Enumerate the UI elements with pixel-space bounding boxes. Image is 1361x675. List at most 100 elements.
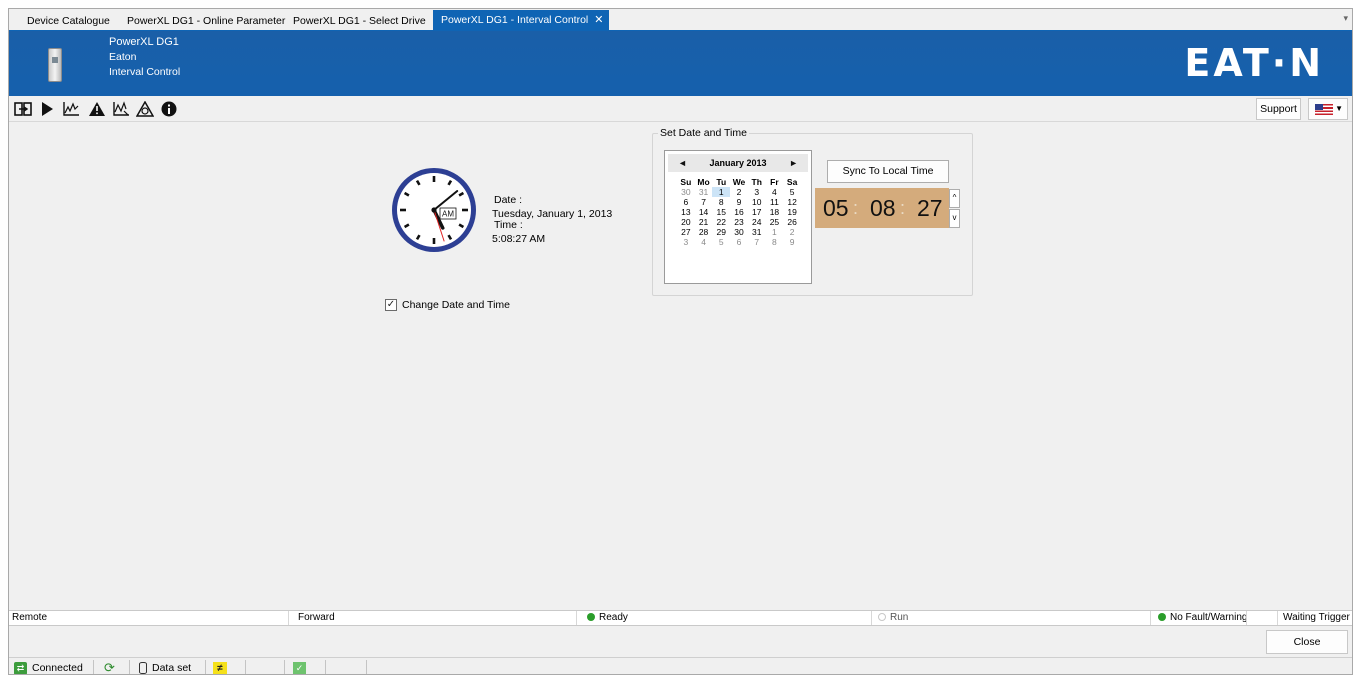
- analog-clock: AM: [389, 165, 479, 255]
- calendar-day[interactable]: 22: [712, 217, 730, 227]
- calendar-day[interactable]: 7: [695, 197, 713, 207]
- calendar-day[interactable]: 1: [712, 187, 731, 197]
- calendar-day[interactable]: 14: [695, 207, 713, 217]
- calendar-day[interactable]: 5: [783, 187, 801, 197]
- calendar-day[interactable]: 16: [730, 207, 748, 217]
- time-label: Time :: [494, 219, 523, 231]
- calendar-day[interactable]: 24: [748, 217, 766, 227]
- calendar-day[interactable]: 12: [783, 197, 801, 207]
- calendar-header: ◄ January 2013 ►: [668, 154, 808, 172]
- time-picker[interactable]: 05 : 08 : 27: [815, 188, 949, 228]
- calendar-day[interactable]: 15: [712, 207, 730, 217]
- calendar-day[interactable]: 10: [748, 197, 766, 207]
- calendar-day[interactable]: 11: [766, 197, 784, 207]
- calendar-day[interactable]: 2: [730, 187, 748, 197]
- fault-history-icon[interactable]: [135, 99, 155, 119]
- calendar-month-label[interactable]: January 2013: [709, 158, 766, 168]
- database-icon: [139, 662, 147, 674]
- calendar-day[interactable]: 4: [695, 237, 713, 247]
- device-info: PowerXL DG1 Eaton Interval Control: [109, 35, 180, 80]
- calendar-day[interactable]: 31: [695, 187, 713, 197]
- calendar-day[interactable]: 5: [712, 237, 730, 247]
- calendar-grid: Su Mo Tu We Th Fr Sa 30 31 1 2 3 4 5 6 7 8 9 10 11 12 13 14 15 1…: [677, 177, 801, 247]
- calendar-day[interactable]: 20: [677, 217, 695, 227]
- calendar-day[interactable]: 8: [712, 197, 730, 207]
- checkbox-box[interactable]: ✓: [385, 299, 397, 311]
- us-flag-icon: [1315, 104, 1333, 115]
- calendar-day[interactable]: 29: [712, 227, 730, 237]
- calendar-day[interactable]: 2: [783, 227, 801, 237]
- drive-image: [48, 48, 62, 82]
- calendar-day[interactable]: 19: [783, 207, 801, 217]
- minute-field[interactable]: 08: [870, 188, 896, 228]
- device-name: PowerXL DG1: [109, 36, 179, 48]
- hour-field[interactable]: 05: [823, 188, 849, 228]
- eaton-logo: EAT·N: [1184, 41, 1324, 85]
- dataset-status[interactable]: Data set: [139, 659, 191, 674]
- calendar-day[interactable]: 23: [730, 217, 748, 227]
- calendar-day[interactable]: 9: [730, 197, 748, 207]
- close-tab-icon[interactable]: ✕: [594, 14, 603, 26]
- calendar-day[interactable]: 3: [677, 237, 695, 247]
- tab-select-drive[interactable]: PowerXL DG1 - Select Drive: [285, 11, 434, 31]
- run-indicator-icon: [878, 613, 886, 621]
- device-header-banner: PowerXL DG1 Eaton Interval Control EAT·N: [9, 31, 1352, 96]
- drive-status-strip: Remote Forward Ready Run No Fault/Warnin…: [9, 610, 1352, 626]
- connection-status[interactable]: ⇄ Connected: [14, 659, 83, 674]
- trend-icon[interactable]: [61, 99, 81, 119]
- direction-status: Forward: [295, 611, 577, 625]
- calendar-day[interactable]: 6: [677, 197, 695, 207]
- calendar-day[interactable]: 13: [677, 207, 695, 217]
- date-label: Date :: [494, 194, 523, 206]
- calendar-day[interactable]: 25: [766, 217, 784, 227]
- tab-online-parameter[interactable]: PowerXL DG1 - Online Parameter: [119, 11, 293, 31]
- info-icon[interactable]: [159, 99, 179, 119]
- not-equal-status[interactable]: ≠: [213, 659, 227, 674]
- chevron-down-icon: ▼: [1335, 104, 1343, 113]
- calendar-day[interactable]: 26: [783, 217, 801, 227]
- application-status-bar: ⇄ Connected ⟳ Data set ≠ ✓: [9, 657, 1352, 674]
- run-status: Run: [875, 611, 1151, 625]
- month-calendar[interactable]: ◄ January 2013 ► Su Mo Tu We Th Fr Sa 30 31 1 2 3 4 5…: [664, 150, 812, 284]
- tab-device-catalogue[interactable]: Device Catalogue: [19, 11, 118, 31]
- support-button[interactable]: Support: [1256, 98, 1301, 120]
- calendar-day[interactable]: 9: [783, 237, 801, 247]
- language-selector[interactable]: ▼: [1308, 98, 1348, 120]
- calendar-day[interactable]: 7: [748, 237, 766, 247]
- calendar-day[interactable]: 3: [748, 187, 766, 197]
- connect-icon[interactable]: [13, 99, 33, 119]
- calendar-day[interactable]: 8: [766, 237, 784, 247]
- sync-to-local-time-button[interactable]: Sync To Local Time: [827, 160, 949, 183]
- scope-icon[interactable]: [111, 99, 131, 119]
- calendar-day[interactable]: 30: [677, 187, 695, 197]
- calendar-day[interactable]: 6: [730, 237, 748, 247]
- close-button[interactable]: Close: [1266, 630, 1348, 654]
- calendar-day[interactable]: 17: [748, 207, 766, 217]
- calendar-day[interactable]: 4: [766, 187, 784, 197]
- time-up-button[interactable]: ^: [949, 189, 960, 208]
- weekday-header: Tu: [716, 177, 727, 187]
- tab-list-dropdown-icon[interactable]: ▾: [1343, 13, 1348, 24]
- warning-icon[interactable]: [87, 99, 107, 119]
- calendar-day[interactable]: 28: [695, 227, 713, 237]
- change-date-time-label: Change Date and Time: [402, 299, 510, 311]
- change-date-time-checkbox[interactable]: ✓ Change Date and Time: [385, 299, 510, 311]
- second-field[interactable]: 27: [917, 188, 943, 228]
- check-status[interactable]: ✓: [293, 659, 306, 674]
- not-equal-icon: ≠: [213, 661, 227, 674]
- calendar-day[interactable]: 1: [766, 227, 784, 237]
- calendar-day[interactable]: 27: [677, 227, 695, 237]
- fault-indicator-icon: [1158, 613, 1166, 621]
- calendar-day[interactable]: 21: [695, 217, 713, 227]
- prev-month-icon[interactable]: ◄: [678, 154, 687, 172]
- tab-interval-control[interactable]: PowerXL DG1 - Interval Control ✕: [433, 10, 610, 31]
- time-down-button[interactable]: v: [949, 209, 960, 228]
- play-icon[interactable]: [37, 99, 57, 119]
- sync-icon[interactable]: ⟳: [104, 659, 115, 674]
- calendar-day[interactable]: 18: [766, 207, 784, 217]
- next-month-icon[interactable]: ►: [789, 154, 798, 172]
- calendar-day[interactable]: 30: [730, 227, 748, 237]
- calendar-day[interactable]: 31: [748, 227, 766, 237]
- weekday-header: Mo: [697, 177, 710, 187]
- document-tab-strip: Device Catalogue PowerXL DG1 - Online Pa…: [9, 9, 1352, 31]
